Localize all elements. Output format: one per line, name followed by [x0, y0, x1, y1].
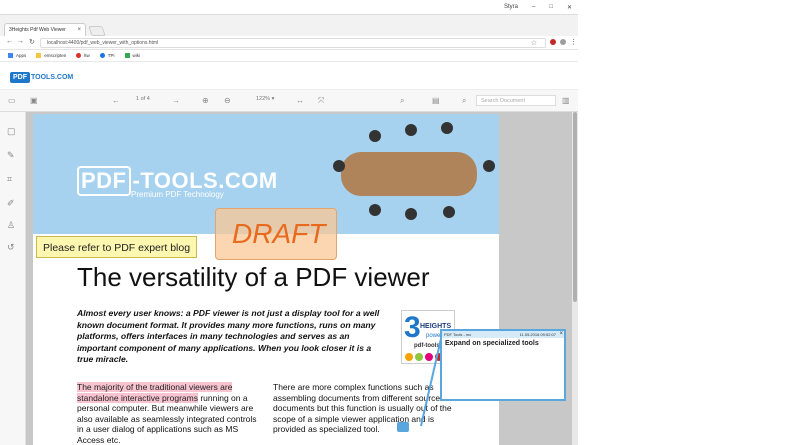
person-illustration — [483, 160, 495, 172]
apps-icon — [8, 53, 13, 58]
previous-page-icon[interactable]: ← — [112, 95, 120, 107]
app-header: PDF TOOLS.COM — [0, 62, 578, 90]
reload-icon[interactable]: ↻ — [29, 38, 35, 46]
bookmark-emscripten[interactable]: emscripten — [36, 53, 66, 58]
next-page-icon[interactable]: → — [172, 95, 180, 107]
bookmark-apps[interactable]: Apps — [8, 53, 26, 58]
person-illustration — [441, 122, 453, 134]
bookmark-star-icon[interactable]: ☆ — [531, 39, 537, 47]
open-folder-icon[interactable]: ▭ — [8, 95, 16, 107]
close-window-icon[interactable]: ✕ — [567, 4, 572, 11]
tab-close-icon[interactable]: × — [77, 27, 81, 33]
bookmark-wiki[interactable]: wiki — [124, 53, 140, 58]
site-icon — [124, 53, 130, 58]
tab-strip: 3Heights Pdf Web Viewer × — [0, 14, 578, 37]
site-icon — [76, 53, 82, 58]
sidebar-toggle-icon[interactable]: ▥ — [562, 95, 570, 107]
popup-text[interactable]: Expand on specialized tools — [442, 338, 564, 349]
sticky-note-annotation[interactable]: Please refer to PDF expert blog — [36, 236, 198, 258]
forward-icon[interactable]: → — [17, 38, 24, 45]
vertical-scrollbar[interactable] — [572, 112, 578, 445]
site-icon — [99, 53, 105, 58]
person-illustration — [369, 204, 381, 216]
person-illustration — [333, 160, 345, 172]
rotate-icon[interactable]: ↺ — [7, 242, 15, 253]
new-tab-button[interactable] — [88, 26, 106, 36]
search-input[interactable]: Search Document — [476, 95, 556, 106]
popup-author: PDF Tools - mc — [444, 332, 472, 337]
maximize-icon[interactable]: □ — [549, 4, 553, 10]
zoom-out-icon[interactable]: ⊖ — [224, 95, 231, 107]
zoom-select[interactable]: 122% ▾ — [256, 96, 274, 102]
banner-subtitle: Premium PDF Technology — [131, 190, 224, 199]
pen-tool-icon[interactable]: ✎ — [7, 150, 15, 161]
zoom-in-icon[interactable]: ⊕ — [202, 95, 209, 107]
meeting-table-illustration — [341, 152, 477, 196]
comment-tool-icon[interactable]: ▢ — [7, 126, 16, 137]
url-text: localhost:4400/pdf_web_viewer_with_optio… — [47, 40, 159, 46]
user-name[interactable]: Styra — [504, 4, 518, 10]
draft-stamp[interactable]: DRAFT — [215, 208, 337, 260]
menu-icon[interactable]: ⋮ — [570, 38, 577, 46]
minimize-icon[interactable]: – — [532, 4, 535, 10]
fit-width-icon[interactable]: ↔ — [296, 95, 304, 107]
popup-close-icon[interactable]: × — [559, 331, 563, 337]
address-bar-row: ← → ↻ localhost:4400/pdf_web_viewer_with… — [0, 36, 578, 50]
browser-tab[interactable]: 3Heights Pdf Web Viewer × — [4, 23, 86, 37]
search-icon[interactable]: ⌕ — [462, 95, 466, 107]
highlight-tool-icon[interactable]: ✐ — [7, 198, 15, 209]
annotation-popup[interactable]: PDF Tools - mc 11.05.2016 09:52:07 × Exp… — [440, 329, 566, 401]
page-view-icon[interactable]: ▤ — [432, 95, 440, 107]
app-logo[interactable]: PDF TOOLS.COM — [10, 70, 73, 84]
window-controls: Styra – □ ✕ — [504, 0, 572, 14]
rectangle-tool-icon[interactable]: ⌗ — [7, 174, 12, 185]
intro-paragraph: Almost every user knows: a PDF viewer is… — [77, 308, 380, 365]
document-heading: The versatility of a PDF viewer — [77, 262, 430, 292]
bookmark-ltw[interactable]: ltw — [76, 53, 90, 58]
back-icon[interactable]: ← — [6, 38, 13, 45]
bookmarks-bar: Apps emscripten ltw TPi wiki — [0, 50, 578, 62]
popup-date: 11.05.2016 09:52:07 — [519, 332, 556, 337]
column-left-paragraph: The majority of the traditional viewers … — [77, 382, 257, 445]
address-bar[interactable]: localhost:4400/pdf_web_viewer_with_optio… — [40, 38, 546, 48]
person-illustration — [443, 206, 455, 218]
stamp-tool-icon[interactable]: ♙ — [7, 220, 15, 231]
scrollbar-thumb[interactable] — [573, 112, 577, 302]
fit-page-icon[interactable]: ⤧ — [318, 95, 324, 107]
find-icon[interactable]: ⌕ — [400, 95, 404, 107]
annotation-sidebar: ▢ ✎ ⌗ ✐ ♙ ↺ — [0, 112, 26, 445]
extension-icon[interactable] — [560, 39, 566, 45]
tab-title: 3Heights Pdf Web Viewer — [9, 27, 66, 33]
person-illustration — [369, 130, 381, 142]
bookmark-tpi[interactable]: TPi — [99, 53, 115, 58]
comment-annotation-icon[interactable] — [397, 422, 409, 432]
folder-icon — [36, 53, 42, 58]
popup-header: PDF Tools - mc 11.05.2016 09:52:07 × — [442, 331, 564, 338]
person-illustration — [405, 208, 417, 220]
save-icon[interactable]: ▣ — [30, 95, 38, 107]
extension-icon[interactable] — [550, 39, 556, 45]
person-illustration — [405, 124, 417, 136]
viewer-toolbar: ▭ ▣ ← 1 of 4 → ⊕ ⊖ 122% ▾ ↔ ⤧ ⌕ ▤ ⌕ Sear… — [0, 90, 578, 112]
page-indicator[interactable]: 1 of 4 — [136, 96, 150, 102]
